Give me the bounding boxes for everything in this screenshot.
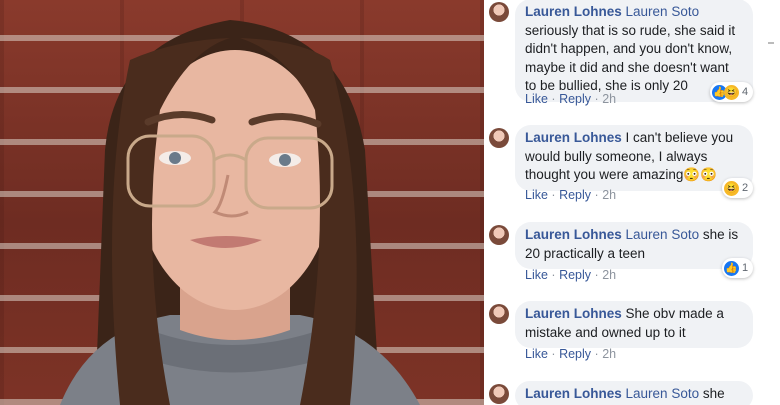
reply-link[interactable]: Reply [559, 92, 591, 106]
reaction-count: 1 [742, 262, 749, 274]
comment-mention[interactable]: Lauren Soto [626, 386, 700, 401]
separator: · [594, 347, 599, 361]
comment-actions: Like · Reply · 2h [525, 92, 616, 106]
comment-author[interactable]: Lauren Lohnes [525, 386, 622, 401]
like-link[interactable]: Like [525, 347, 548, 361]
comment-bubble: Lauren Lohnes Lauren Soto she [515, 381, 753, 405]
comment-author[interactable]: Lauren Lohnes [525, 227, 622, 242]
comment-mention[interactable]: Lauren Soto [626, 4, 700, 19]
comment-bubble: Lauren Lohnes Lauren Soto she is 20 prac… [515, 222, 753, 269]
reaction-summary[interactable]: 😆 2 [722, 178, 754, 198]
comment-time[interactable]: 2h [602, 347, 616, 361]
comment-bubble: Lauren Lohnes She obv made a mistake and… [515, 301, 753, 348]
scrollbar-marker[interactable] [768, 42, 774, 44]
avatar[interactable] [489, 304, 509, 324]
separator: · [551, 268, 556, 282]
comment-author[interactable]: Lauren Lohnes [525, 306, 622, 321]
comment-time[interactable]: 2h [602, 268, 616, 282]
separator: · [594, 188, 599, 202]
flushed-emoji: 😳😳 [683, 167, 717, 182]
comment-actions: Like · Reply · 2h [525, 347, 616, 361]
separator: · [551, 347, 556, 361]
portrait-illustration [60, 20, 420, 405]
reply-link[interactable]: Reply [559, 268, 591, 282]
reply-link[interactable]: Reply [559, 188, 591, 202]
reply-link[interactable]: Reply [559, 347, 591, 361]
reaction-count: 2 [742, 182, 749, 194]
like-link[interactable]: Like [525, 268, 548, 282]
haha-icon: 😆 [724, 180, 739, 196]
comment-author[interactable]: Lauren Lohnes [525, 4, 622, 19]
comment-actions: Like · Reply · 2h [525, 268, 616, 282]
separator: · [594, 268, 599, 282]
comment-text: she [702, 386, 725, 401]
reaction-summary[interactable]: 👍 1 [722, 258, 754, 278]
profile-photo [0, 0, 484, 405]
reaction-count: 4 [742, 86, 749, 98]
separator: · [551, 188, 556, 202]
comment-bubble: Lauren Lohnes I can't believe you would … [515, 125, 753, 191]
comment-mention[interactable]: Lauren Soto [626, 227, 700, 242]
separator: · [551, 92, 556, 106]
reaction-summary[interactable]: 👍 😆 4 [710, 82, 754, 102]
avatar[interactable] [489, 128, 509, 148]
separator: · [594, 92, 599, 106]
avatar[interactable] [489, 384, 509, 404]
comment-actions: Like · Reply · 2h [525, 188, 616, 202]
comment-text: seriously that is so rude, she said it d… [525, 22, 736, 94]
like-link[interactable]: Like [525, 188, 548, 202]
comment-author[interactable]: Lauren Lohnes [525, 130, 622, 145]
comment-time[interactable]: 2h [602, 92, 616, 106]
avatar[interactable] [489, 225, 509, 245]
comment-time[interactable]: 2h [602, 188, 616, 202]
haha-icon: 😆 [724, 84, 739, 100]
like-icon: 👍 [724, 260, 739, 276]
like-link[interactable]: Like [525, 92, 548, 106]
comments-panel: Lauren Lohnes Lauren Soto seriously that… [484, 0, 780, 405]
avatar[interactable] [489, 2, 509, 22]
